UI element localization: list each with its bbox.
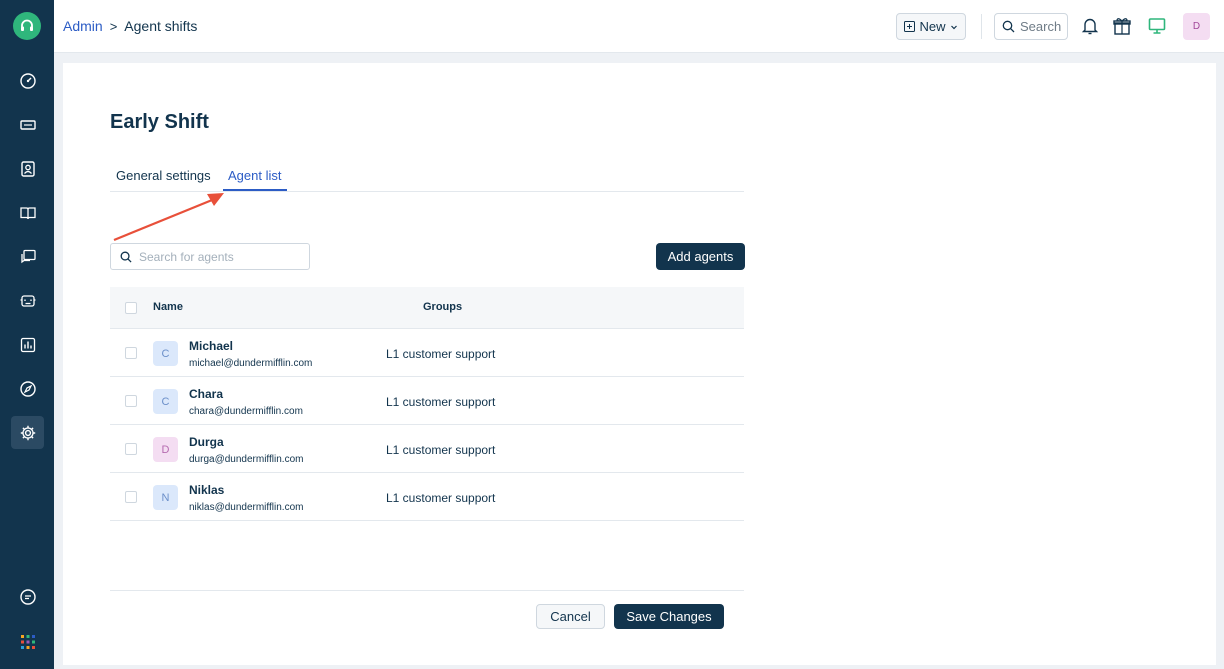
chevron-down-icon	[950, 25, 957, 29]
apps-grid-icon[interactable]	[11, 625, 44, 658]
avatar: C	[153, 341, 178, 366]
footer-divider	[110, 590, 744, 591]
avatar: D	[153, 437, 178, 462]
search-icon	[1002, 20, 1015, 33]
tab-agent-list[interactable]: Agent list	[228, 168, 281, 183]
agent-name: Durga	[189, 435, 224, 449]
compass-icon[interactable]	[11, 372, 44, 405]
new-button-label: New	[919, 19, 946, 34]
headset-icon[interactable]	[13, 12, 41, 40]
annotation-arrow-icon	[113, 193, 224, 242]
table-row: D Durga durga@dundermifflin.com L1 custo…	[110, 425, 744, 473]
agent-group: L1 customer support	[386, 443, 496, 457]
table-row: C Michael michael@dundermifflin.com L1 c…	[110, 329, 744, 377]
row-checkbox[interactable]	[125, 491, 137, 503]
agent-search-input[interactable]	[139, 249, 299, 264]
new-button[interactable]: New	[896, 13, 966, 40]
table-row: N Niklas niklas@dundermifflin.com L1 cus…	[110, 473, 744, 521]
header-divider	[981, 14, 982, 39]
message-icon[interactable]	[11, 580, 44, 613]
row-checkbox[interactable]	[125, 443, 137, 455]
agent-name: Chara	[189, 387, 224, 401]
avatar: C	[153, 389, 178, 414]
breadcrumb: Admin > Agent shifts	[63, 18, 197, 34]
agent-name: Michael	[189, 339, 234, 353]
table-header: Name Groups	[110, 287, 744, 329]
avatar: N	[153, 485, 178, 510]
bell-icon[interactable]	[1079, 15, 1101, 37]
bot-icon[interactable]	[11, 284, 44, 317]
agent-group: L1 customer support	[386, 395, 496, 409]
user-avatar[interactable]: D	[1183, 13, 1210, 40]
breadcrumb-admin-link[interactable]: Admin	[63, 18, 103, 34]
add-agents-button[interactable]: Add agents	[656, 243, 745, 270]
agent-group: L1 customer support	[386, 491, 496, 505]
page-title: Early Shift	[110, 111, 209, 133]
breadcrumb-separator: >	[109, 18, 118, 34]
search-icon	[120, 251, 132, 263]
plus-box-icon	[904, 21, 916, 32]
cancel-button[interactable]: Cancel	[536, 604, 605, 629]
agent-email: michael@dundermifflin.com	[189, 358, 313, 369]
save-changes-button[interactable]: Save Changes	[614, 604, 724, 629]
column-header-groups: Groups	[423, 301, 463, 313]
gear-icon[interactable]	[11, 416, 44, 449]
agent-search-field[interactable]	[110, 243, 310, 270]
book-icon[interactable]	[11, 196, 44, 229]
dashboard-icon[interactable]	[11, 64, 44, 97]
column-header-name: Name	[153, 301, 183, 313]
agent-group: L1 customer support	[386, 347, 496, 361]
sidebar	[0, 0, 54, 669]
main-panel: Early Shift General settings Agent list …	[63, 63, 1216, 665]
monitor-icon[interactable]	[1146, 15, 1168, 37]
agent-email: durga@dundermifflin.com	[189, 454, 304, 465]
ticket-icon[interactable]	[11, 108, 44, 141]
tab-general-settings[interactable]: General settings	[116, 168, 211, 183]
row-checkbox[interactable]	[125, 347, 137, 359]
global-search-button[interactable]: Search	[994, 13, 1068, 40]
contacts-icon[interactable]	[11, 152, 44, 185]
analytics-icon[interactable]	[11, 328, 44, 361]
agent-email: chara@dundermifflin.com	[189, 406, 303, 417]
gift-icon[interactable]	[1111, 15, 1133, 37]
chat-icon[interactable]	[11, 240, 44, 273]
agent-email: niklas@dundermifflin.com	[189, 502, 304, 513]
breadcrumb-current: Agent shifts	[124, 18, 198, 34]
row-checkbox[interactable]	[125, 395, 137, 407]
table-row: C Chara chara@dundermifflin.com L1 custo…	[110, 377, 744, 425]
global-search-label: Search	[1020, 19, 1062, 34]
agent-name: Niklas	[189, 483, 225, 497]
select-all-checkbox[interactable]	[125, 302, 137, 314]
top-header: Admin > Agent shifts New Search D	[54, 0, 1224, 53]
